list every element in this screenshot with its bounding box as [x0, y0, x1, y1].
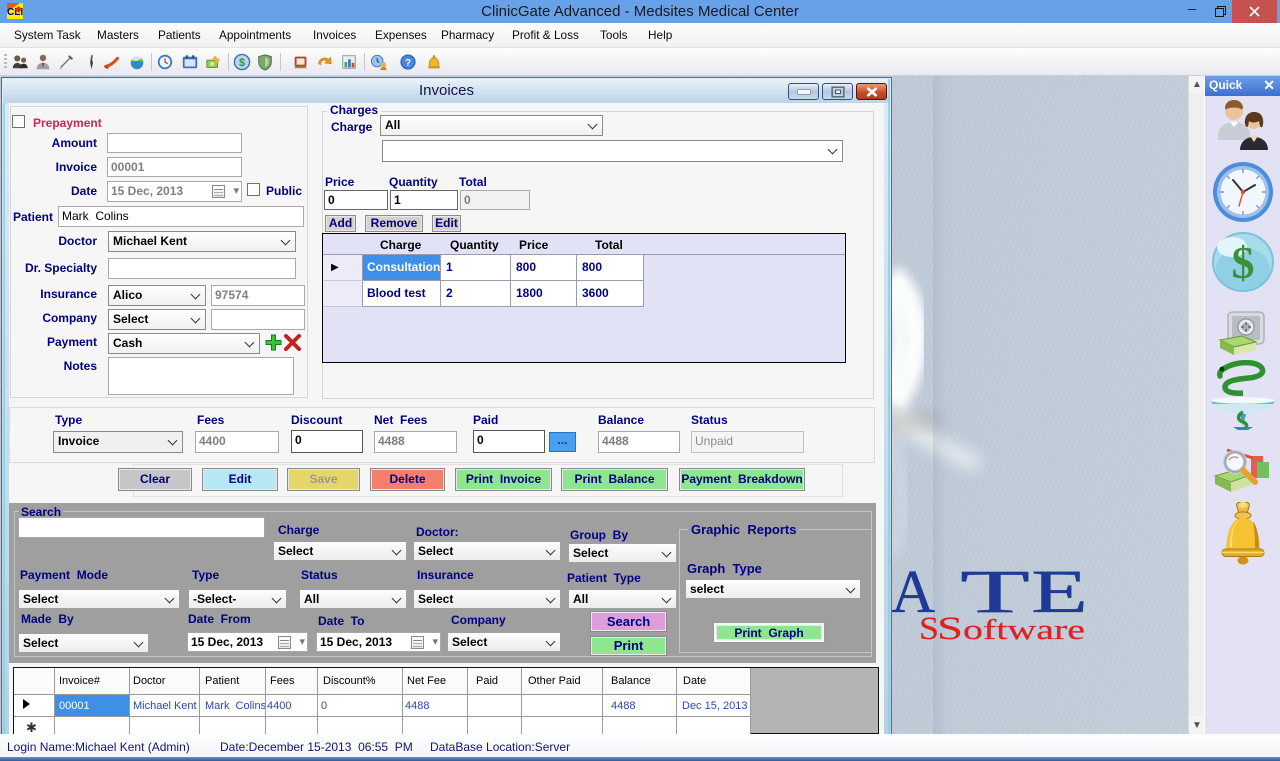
svg-text:$: $ [1231, 237, 1254, 288]
svg-text:$: $ [239, 57, 245, 69]
svg-text:?: ? [405, 58, 411, 69]
svg-text:S: S [937, 611, 963, 647]
svg-text:S: S [919, 611, 939, 647]
svg-text:oftware: oftware [963, 615, 1085, 646]
